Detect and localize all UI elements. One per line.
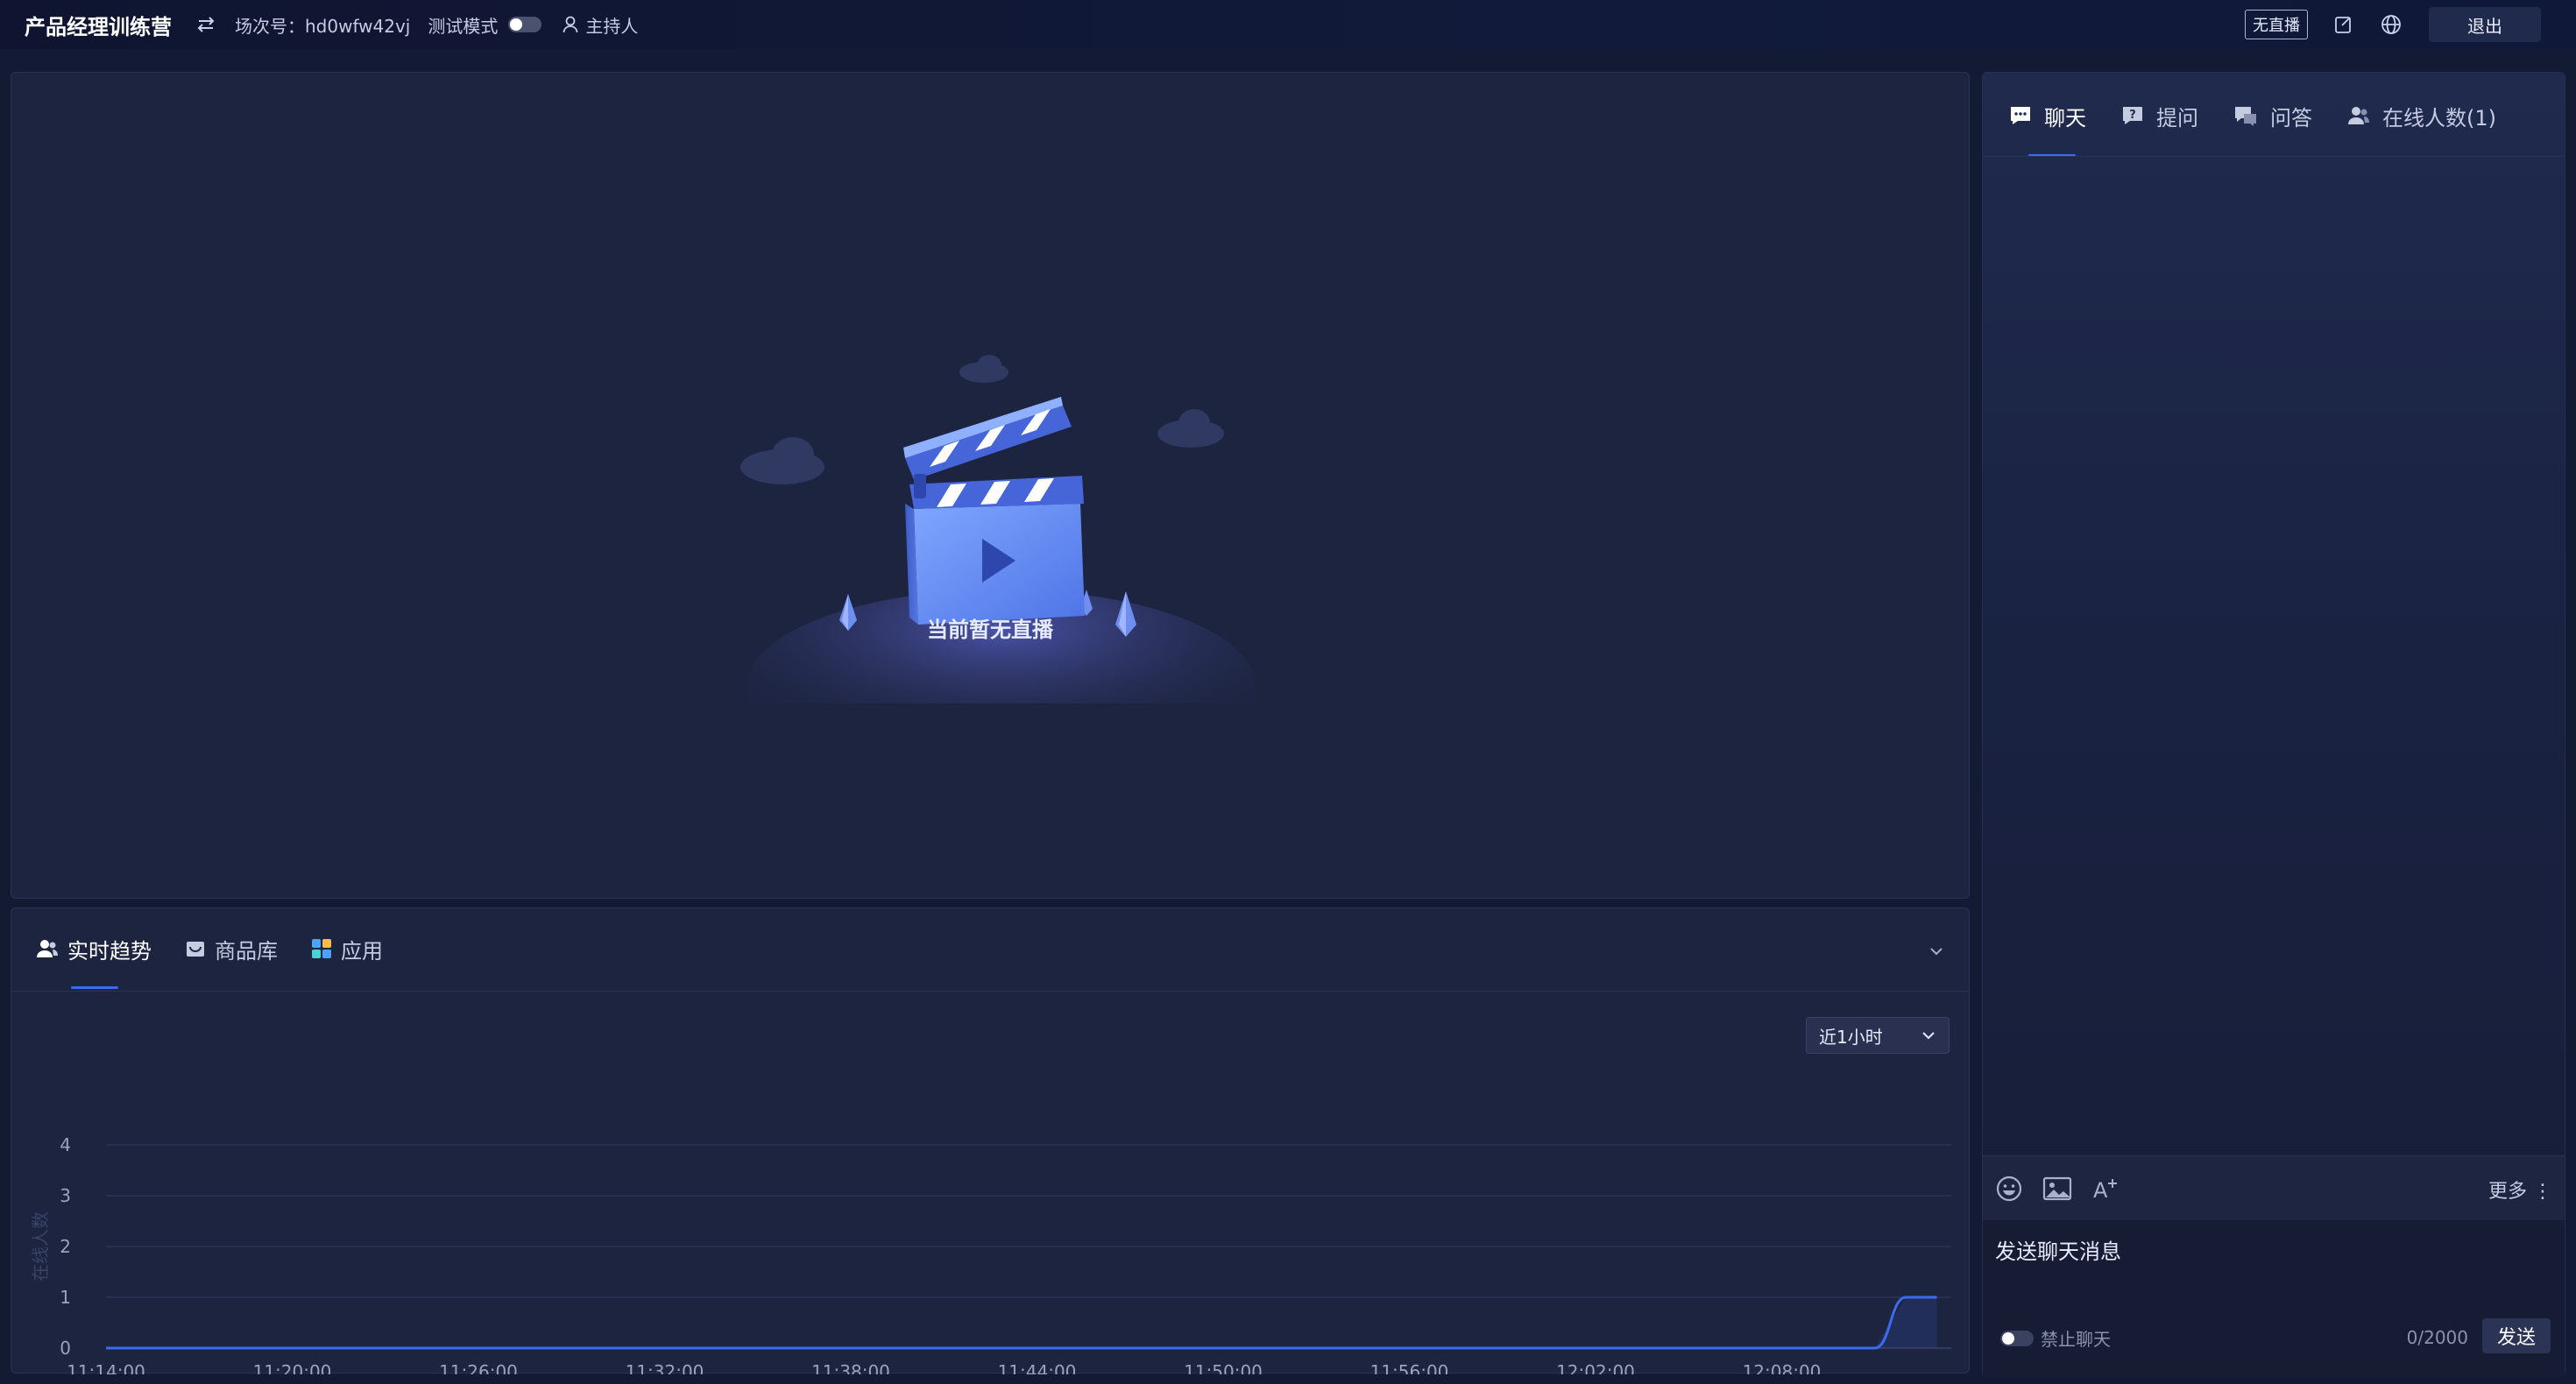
analytics-panel: 实时趋势 商品库 应用 近1小时 0 1 2 3 4 在线人数 11:14:00 11:20:… (11, 907, 1971, 1382)
chat-compose: 禁止聊天 0/2000 发送 (1983, 1220, 2565, 1378)
ban-chat-label: 禁止聊天 (2041, 1329, 2111, 1350)
series-area (106, 1297, 1937, 1348)
globe-icon[interactable] (2380, 13, 2403, 36)
apps-icon (311, 938, 332, 959)
user-icon (563, 16, 578, 33)
x-tick-label: 11:32:00 (626, 1361, 704, 1374)
chat-icon (2009, 105, 2032, 126)
y-tick-label: 1 (60, 1287, 71, 1308)
edit-icon[interactable] (2332, 13, 2355, 36)
chat-toolbar: A 更多 ⋮ (1983, 1155, 2565, 1220)
x-tick-label: 11:38:00 (811, 1361, 890, 1374)
test-mode-label: 测试模式 (428, 15, 499, 37)
char-counter: 0/2000 (2406, 1327, 2468, 1348)
y-tick-label: 0 (60, 1338, 71, 1359)
divider (11, 991, 1969, 992)
no-live-illustration (740, 355, 1256, 703)
chat-panel: 聊天 ? 提问 问答 在线人数(1) A 更多 ⋮ 发送聊天消息 禁止聊天 0/… (1982, 72, 2565, 1378)
chevron-down-icon[interactable] (1928, 943, 1944, 960)
test-mode-toggle[interactable] (508, 17, 542, 32)
ban-chat-toggle[interactable] (2000, 1330, 2034, 1346)
x-tick-label: 12:08:00 (1743, 1361, 1822, 1374)
exit-button[interactable]: 退出 (2429, 7, 2541, 42)
x-tick-label: 11:56:00 (1370, 1361, 1449, 1374)
chat-tabs: 聊天 ? 提问 问答 在线人数(1) (2009, 94, 2496, 138)
users-icon (2347, 105, 2370, 126)
x-tick-label: 11:50:00 (1184, 1361, 1263, 1374)
tab-qa[interactable]: 问答 (2233, 101, 2312, 131)
svg-text:?: ? (2129, 109, 2136, 122)
chat-message-input[interactable] (1995, 1239, 2521, 1264)
tab-label: 应用 (341, 938, 383, 964)
ban-chat-control[interactable]: 禁止聊天 (2000, 1325, 2111, 1351)
qa-icon (2233, 105, 2258, 126)
users-icon (36, 938, 59, 959)
tab-product-library[interactable]: 商品库 (185, 933, 278, 964)
no-live-message: 当前暂无直播 (927, 618, 1053, 642)
y-tick-label: 4 (60, 1134, 71, 1155)
tab-label: 实时趋势 (67, 938, 152, 964)
tab-apps[interactable]: 应用 (311, 933, 383, 964)
y-axis-label: 在线人数 (30, 1211, 51, 1282)
x-tick-label: 11:20:00 (253, 1361, 332, 1374)
session-id: 场次号：hd0wfw42vj (235, 15, 411, 37)
tab-label: 问答 (2270, 105, 2312, 131)
app-title: 产品经理训练营 (25, 14, 172, 39)
chevron-down-icon (1922, 1032, 1935, 1040)
swap-icon[interactable] (195, 13, 217, 36)
x-tick-label: 11:14:00 (67, 1361, 145, 1374)
x-tick-label: 11:44:00 (998, 1361, 1077, 1374)
series-line (106, 1296, 1937, 1350)
host-label: 主持人 (585, 15, 639, 37)
emoji-icon[interactable] (1995, 1175, 2023, 1203)
x-tick-label: 12:02:00 (1556, 1361, 1635, 1374)
question-icon: ? (2121, 105, 2144, 126)
video-player-area: 当前暂无直播 (11, 72, 1970, 899)
font-style-icon[interactable]: A (2091, 1176, 2120, 1202)
send-button[interactable]: 发送 (2482, 1318, 2551, 1353)
live-status-badge: 无直播 (2245, 10, 2308, 39)
tab-label: 聊天 (2044, 105, 2086, 131)
tab-chat[interactable]: 聊天 (2009, 101, 2086, 131)
tab-questions[interactable]: ? 提问 (2121, 101, 2198, 131)
y-tick-label: 2 (60, 1236, 71, 1257)
shop-icon (185, 939, 206, 958)
tab-label: 商品库 (215, 938, 278, 964)
top-bar: 产品经理训练营 场次号：hd0wfw42vj 测试模式 主持人 无直播 退出 (0, 0, 2576, 49)
host-role[interactable]: 主持人 (563, 12, 638, 38)
svg-text:A: A (2093, 1178, 2108, 1202)
image-icon[interactable] (2042, 1176, 2072, 1202)
more-menu[interactable]: 更多 ⋮ (2488, 1176, 2552, 1204)
time-range-value: 近1小时 (1819, 1026, 1883, 1048)
tab-online-count[interactable]: 在线人数(1) (2347, 101, 2496, 131)
divider (1983, 156, 2565, 157)
more-label: 更多 (2488, 1181, 2527, 1203)
tab-realtime-trend[interactable]: 实时趋势 (36, 933, 152, 989)
active-tab-indicator (71, 986, 118, 989)
more-dots-icon: ⋮ (2533, 1181, 2552, 1203)
online-users-chart: 0 1 2 3 4 在线人数 11:14:00 11:20:00 11:26:00 11:32:0… (11, 1084, 1971, 1382)
tab-label: 提问 (2156, 105, 2198, 131)
analytics-tabs: 实时趋势 商品库 应用 (36, 933, 416, 989)
y-tick-label: 3 (60, 1185, 71, 1206)
tab-label: 在线人数(1) (2382, 105, 2496, 131)
x-tick-label: 11:26:00 (439, 1361, 518, 1374)
time-range-select[interactable]: 近1小时 (1806, 1017, 1950, 1054)
